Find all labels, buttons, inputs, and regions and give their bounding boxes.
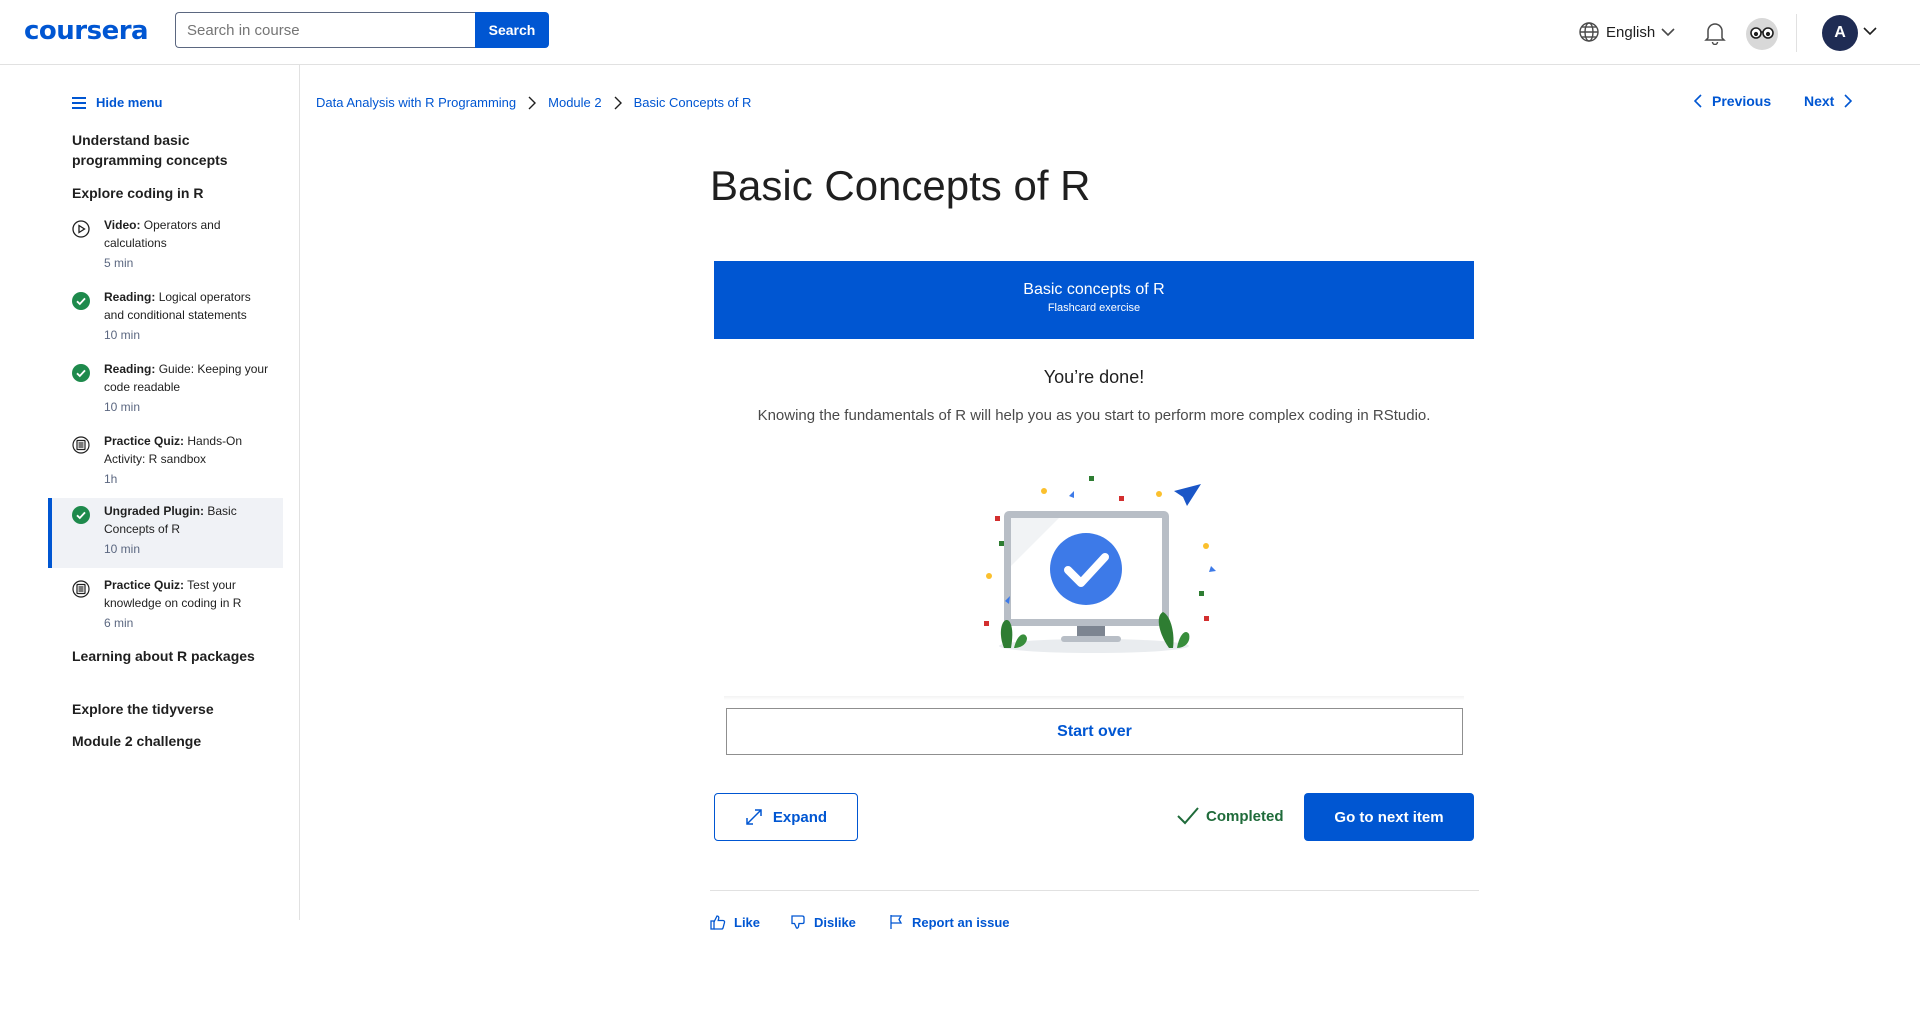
report-label: Report an issue [912, 914, 1010, 930]
chevron-right-icon [1844, 94, 1853, 108]
sidebar-item-text: Video: Operators and calculations 5 min [104, 216, 274, 272]
language-label: English [1606, 23, 1656, 41]
hide-menu-button[interactable]: Hide menu [72, 95, 162, 110]
completed-label: Completed [1206, 807, 1284, 825]
notification-bell-icon[interactable] [1704, 21, 1726, 45]
sidebar-item-text: Ungraded Plugin: Basic Concepts of R 10 … [104, 502, 274, 558]
thumbs-up-icon [710, 915, 726, 930]
sidebar-item-basic-concepts-active[interactable]: Ungraded Plugin: Basic Concepts of R 10 … [48, 498, 283, 568]
flag-icon [890, 915, 903, 929]
sidebar-section-module-challenge[interactable]: Module 2 challenge [72, 731, 262, 751]
report-issue-button[interactable]: Report an issue [888, 914, 1010, 930]
next-label: Next [1804, 93, 1835, 109]
chevron-left-icon [1694, 94, 1702, 108]
sidebar-item-text: Practice Quiz: Hands-On Activity: R sand… [104, 432, 274, 488]
item-type: Practice Quiz: [104, 434, 185, 448]
breadcrumb: Data Analysis with R Programming Module … [316, 95, 751, 110]
dislike-label: Dislike [814, 914, 856, 930]
item-type: Video: [104, 218, 141, 232]
thumbs-down-icon [791, 915, 805, 929]
done-heading: You’re done! [1043, 367, 1145, 387]
play-circle-icon [72, 220, 90, 238]
item-duration: 6 min [104, 616, 134, 630]
sidebar-section-explore-coding[interactable]: Explore coding in R [72, 183, 262, 203]
sidebar-item-text: Practice Quiz: Test your knowledge on co… [104, 576, 274, 632]
search-button[interactable]: Search [475, 12, 549, 48]
item-type: Ungraded Plugin: [104, 504, 204, 518]
previous-label: Previous [1712, 93, 1772, 109]
quiz-icon [72, 580, 90, 598]
go-to-next-item-button[interactable]: Go to next item [1304, 793, 1474, 841]
flashcard-plugin: Basic concepts of R Flashcard exercise Y… [714, 261, 1474, 701]
completed-status: Completed [1176, 806, 1284, 826]
plugin-banner-subtitle: Flashcard exercise [1047, 302, 1141, 314]
plugin-separator [724, 696, 1464, 700]
check-circle-icon [72, 364, 90, 382]
item-duration: 5 min [104, 256, 134, 270]
start-over-button[interactable]: Start over [726, 708, 1463, 755]
globe-icon [1579, 22, 1599, 42]
next-button[interactable]: Next [1804, 93, 1853, 109]
previous-button[interactable]: Previous [1694, 93, 1771, 109]
chevron-down-icon [1661, 28, 1675, 37]
sidebar-item-text: Reading: Guide: Keeping your code readab… [104, 360, 274, 416]
item-duration: 10 min [104, 542, 141, 556]
sidebar-item-logical-operators[interactable]: Reading: Logical operators and condition… [48, 284, 283, 354]
sidebar-section-tidyverse[interactable]: Explore the tidyverse [72, 699, 262, 719]
completion-illustration [984, 476, 1216, 653]
user-avatar[interactable]: A [1822, 15, 1858, 51]
language-selector[interactable]: English [1578, 21, 1675, 43]
expand-icon [746, 809, 762, 825]
sidebar-item-test-knowledge[interactable]: Practice Quiz: Test your knowledge on co… [48, 572, 283, 642]
item-type: Reading: [104, 362, 156, 376]
hide-menu-label: Hide menu [96, 95, 163, 110]
breadcrumb-current[interactable]: Basic Concepts of R [634, 95, 752, 110]
item-duration: 1h [104, 472, 118, 486]
chevron-right-icon [614, 96, 622, 109]
search-input[interactable] [175, 12, 475, 48]
hamburger-icon [72, 96, 86, 109]
check-circle-icon [72, 506, 90, 524]
plugin-banner-title: Basic concepts of R [1023, 281, 1165, 298]
breadcrumb-module[interactable]: Module 2 [548, 95, 601, 110]
expand-label: Expand [772, 808, 828, 826]
like-button[interactable]: Like [710, 914, 760, 930]
breadcrumb-course[interactable]: Data Analysis with R Programming [316, 95, 516, 110]
done-message: Knowing the fundamentals of R will help … [757, 407, 1431, 424]
like-label: Like [734, 914, 761, 930]
content-divider [710, 890, 1479, 891]
item-duration: 10 min [104, 400, 141, 414]
expand-button[interactable]: Expand [714, 793, 858, 841]
course-sidebar: Hide menu Understand basic programming c… [0, 65, 300, 920]
learner-avatar-icon[interactable] [1746, 18, 1778, 50]
sidebar-section-r-packages[interactable]: Learning about R packages [72, 646, 262, 666]
item-type: Practice Quiz: [104, 578, 185, 592]
plugin-banner: Basic concepts of R Flashcard exercise [714, 261, 1474, 339]
header-divider [1796, 14, 1797, 52]
check-circle-icon [72, 292, 90, 310]
sidebar-item-code-readable[interactable]: Reading: Guide: Keeping your code readab… [48, 356, 283, 426]
page-title: Basic Concepts of R [710, 162, 1091, 209]
quiz-icon [72, 436, 90, 454]
sidebar-item-operators-video[interactable]: Video: Operators and calculations 5 min [48, 212, 283, 282]
chevron-down-icon[interactable] [1863, 26, 1877, 36]
item-duration: 10 min [104, 328, 141, 342]
checkmark-icon [1177, 807, 1199, 825]
sidebar-item-r-sandbox[interactable]: Practice Quiz: Hands-On Activity: R sand… [48, 428, 283, 498]
dislike-button[interactable]: Dislike [790, 914, 856, 930]
sidebar-section-understand-basics[interactable]: Understand basic programming concepts [72, 130, 262, 170]
item-type: Reading: [104, 290, 156, 304]
top-header: coursera Search English A [0, 0, 1920, 65]
sidebar-item-text: Reading: Logical operators and condition… [104, 288, 274, 344]
chevron-right-icon [528, 96, 537, 109]
coursera-logo[interactable]: coursera [24, 16, 149, 46]
